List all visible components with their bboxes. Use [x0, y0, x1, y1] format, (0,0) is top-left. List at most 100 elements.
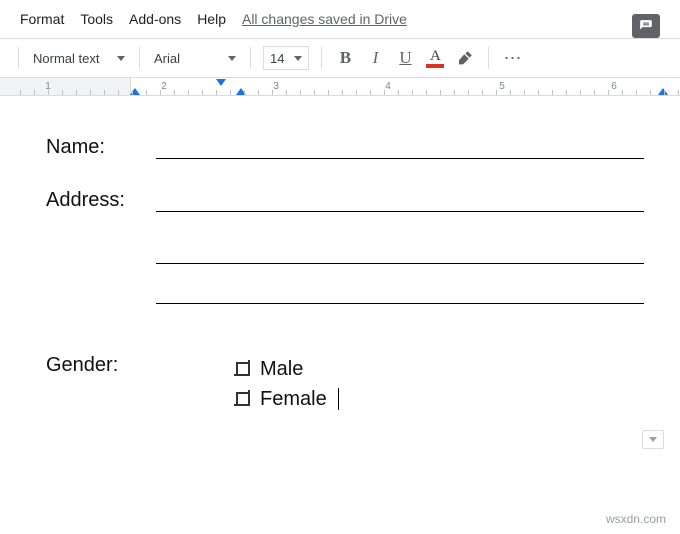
toolbar-separator: [139, 47, 140, 69]
font-dropdown[interactable]: Arial: [148, 47, 242, 70]
address-line-1[interactable]: [156, 190, 644, 212]
gender-label: Gender:: [46, 354, 156, 414]
ruler-tick: [384, 90, 385, 95]
underline-button[interactable]: U: [390, 44, 420, 72]
text-color-button[interactable]: A: [420, 49, 450, 68]
ruler-number: 2: [161, 81, 167, 92]
gender-row: Gender: Male Female: [46, 354, 644, 414]
ruler-tick: [566, 90, 567, 95]
ruler-tick: [216, 90, 217, 95]
ruler-tick: [636, 90, 637, 95]
italic-button[interactable]: I: [360, 44, 390, 72]
font-label: Arial: [154, 51, 180, 66]
save-status[interactable]: All changes saved in Drive: [242, 11, 407, 27]
ruler-tick: [454, 90, 455, 95]
menu-format[interactable]: Format: [12, 5, 72, 33]
ruler-tick: [202, 90, 203, 95]
highlight-button[interactable]: [450, 44, 480, 72]
ruler-tick: [118, 90, 119, 95]
ruler-number: 5: [499, 81, 505, 92]
ruler-tick: [468, 90, 469, 95]
ruler-tick: [622, 90, 623, 95]
ruler-tick: [62, 90, 63, 95]
ruler-tick: [412, 90, 413, 95]
ruler-tick: [314, 90, 315, 95]
ruler-page-area: [130, 78, 680, 95]
name-row: Name:: [46, 136, 644, 159]
ruler-tick: [650, 90, 651, 95]
ruler-tick: [230, 90, 231, 95]
menu-addons[interactable]: Add-ons: [121, 5, 189, 33]
checkbox-icon: [236, 392, 250, 406]
ruler-tick: [608, 90, 609, 95]
toolbar: Normal text Arial 14 B I U A ⋯: [0, 38, 680, 78]
ruler-tick: [426, 90, 427, 95]
font-size-input[interactable]: 14: [263, 46, 309, 70]
name-label: Name:: [46, 136, 156, 159]
ruler-tick: [258, 90, 259, 95]
ruler-tick: [370, 90, 371, 95]
toolbar-separator: [250, 47, 251, 69]
ruler-tick: [440, 90, 441, 95]
toolbar-separator: [18, 47, 19, 69]
ruler-tick: [664, 90, 665, 95]
ruler-tick: [244, 90, 245, 95]
ruler-tick: [538, 90, 539, 95]
gender-option-male[interactable]: Male: [236, 354, 339, 384]
ruler-tick: [90, 90, 91, 95]
menu-bar: Format Tools Add-ons Help All changes sa…: [0, 0, 680, 38]
ruler-tick: [272, 90, 273, 95]
address-line-2[interactable]: [156, 238, 644, 264]
ruler-number: 4: [385, 81, 391, 92]
paragraph-style-label: Normal text: [33, 51, 99, 66]
text-cursor: [338, 388, 339, 410]
ruler[interactable]: 1 2 3 4 5 6: [0, 78, 680, 96]
ruler-tick: [188, 90, 189, 95]
address-line-3[interactable]: [156, 278, 644, 304]
ruler-tick: [342, 90, 343, 95]
ruler-tick: [76, 90, 77, 95]
chevron-down-icon: [117, 56, 125, 61]
ruler-tick: [482, 90, 483, 95]
ruler-number: 3: [273, 81, 279, 92]
ruler-tick: [146, 90, 147, 95]
ruler-tick: [510, 90, 511, 95]
ruler-tick: [594, 90, 595, 95]
menu-help[interactable]: Help: [189, 5, 234, 33]
chevron-down-icon: [649, 437, 657, 442]
male-label: Male: [260, 354, 303, 384]
chevron-down-icon: [228, 56, 236, 61]
bold-button[interactable]: B: [330, 44, 360, 72]
ruler-tick: [20, 90, 21, 95]
ruler-tick: [580, 90, 581, 95]
ruler-tick: [328, 90, 329, 95]
ruler-tick: [398, 90, 399, 95]
explore-button[interactable]: [642, 430, 664, 449]
ruler-tick: [524, 90, 525, 95]
toolbar-separator: [488, 47, 489, 69]
ruler-tick: [678, 90, 679, 95]
watermark: wsxdn.com: [606, 512, 666, 526]
toolbar-separator: [321, 47, 322, 69]
highlighter-icon: [456, 49, 474, 67]
ruler-tick: [174, 90, 175, 95]
text-color-swatch: [426, 64, 444, 68]
ruler-tick: [104, 90, 105, 95]
address-row: Address:: [46, 189, 644, 212]
menu-tools[interactable]: Tools: [72, 5, 121, 33]
ruler-tick: [34, 90, 35, 95]
comment-icon: [638, 19, 654, 33]
ruler-tick: [48, 90, 49, 95]
paragraph-style-dropdown[interactable]: Normal text: [27, 47, 131, 70]
more-button[interactable]: ⋯: [497, 48, 529, 69]
comment-button[interactable]: [632, 14, 660, 38]
gender-option-female[interactable]: Female: [236, 384, 339, 414]
ruler-tick: [356, 90, 357, 95]
document-page[interactable]: Name: Address: Gender: Male Female: [0, 96, 680, 434]
ruler-tick: [132, 90, 133, 95]
name-line[interactable]: [156, 137, 644, 159]
ruler-tick: [160, 90, 161, 95]
ruler-number: 6: [611, 81, 617, 92]
font-size-value: 14: [270, 51, 284, 66]
chevron-down-icon: [294, 56, 302, 61]
